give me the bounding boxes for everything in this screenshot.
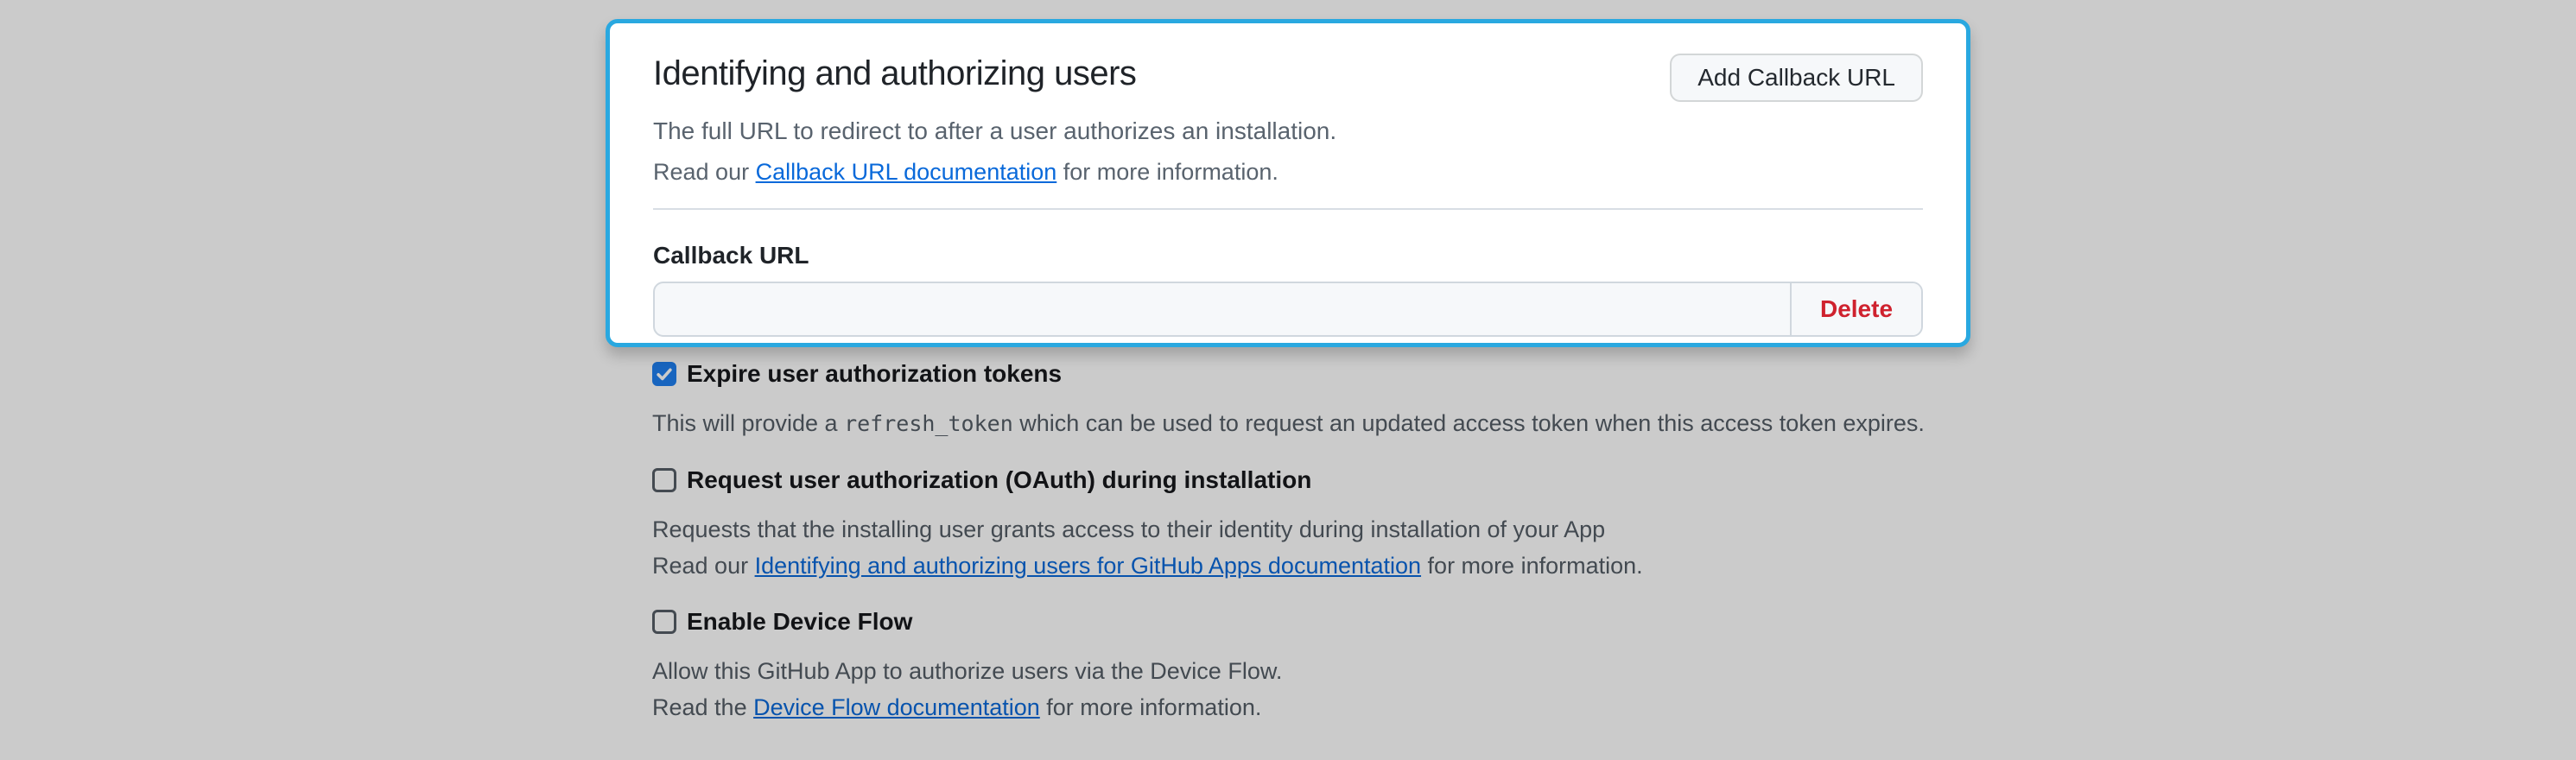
authorization-options: Expire user authorization tokens This wi…	[606, 347, 1970, 725]
option-device-flow-row[interactable]: Enable Device Flow	[652, 607, 1970, 636]
desc-after: which can be used to request an updated …	[1013, 410, 1925, 436]
identifying-authorizing-users-documentation-link[interactable]: Identifying and authorizing users for Gi…	[755, 553, 1421, 579]
callback-url-input[interactable]	[655, 283, 1790, 335]
callback-url-input-group: Delete	[653, 282, 1923, 337]
note-prefix: Read the	[652, 694, 753, 720]
note-prefix: Read our	[653, 159, 756, 185]
option-expire-tokens-row[interactable]: Expire user authorization tokens	[652, 359, 1970, 389]
section-doc-note: Read our Callback URL documentation for …	[653, 156, 1923, 187]
device-flow-checkbox[interactable]	[652, 610, 676, 634]
callback-url-label: Callback URL	[653, 241, 1923, 270]
note-suffix: for more information.	[1056, 159, 1278, 185]
note-suffix: for more information.	[1040, 694, 1262, 720]
divider	[653, 208, 1923, 210]
add-callback-url-button[interactable]: Add Callback URL	[1670, 54, 1923, 102]
callback-url-documentation-link[interactable]: Callback URL documentation	[756, 159, 1057, 185]
option-device-flow: Enable Device Flow Allow this GitHub App…	[652, 607, 1970, 725]
device-flow-label: Enable Device Flow	[687, 607, 912, 636]
device-flow-description: Allow this GitHub App to authorize users…	[652, 654, 1970, 688]
expire-tokens-description: This will provide a refresh_token which …	[652, 406, 1970, 441]
expire-tokens-label: Expire user authorization tokens	[687, 359, 1062, 389]
device-flow-documentation-link[interactable]: Device Flow documentation	[753, 694, 1040, 720]
identifying-authorizing-users-card: Identifying and authorizing users Add Ca…	[606, 19, 1970, 347]
device-flow-doc-note: Read the Device Flow documentation for m…	[652, 690, 1970, 725]
section-title: Identifying and authorizing users	[653, 52, 1136, 95]
note-suffix: for more information.	[1421, 553, 1643, 579]
request-oauth-checkbox[interactable]	[652, 468, 676, 492]
checkmark-icon	[655, 364, 674, 383]
refresh-token-code: refresh_token	[844, 411, 1013, 436]
request-oauth-label: Request user authorization (OAuth) durin…	[687, 466, 1311, 495]
request-oauth-description: Requests that the installing user grants…	[652, 512, 1970, 547]
delete-callback-url-button[interactable]: Delete	[1790, 283, 1921, 335]
desc-before: This will provide a	[652, 410, 844, 436]
section-description: The full URL to redirect to after a user…	[653, 116, 1923, 147]
card-header: Identifying and authorizing users Add Ca…	[653, 52, 1923, 102]
settings-column: Identifying and authorizing users Add Ca…	[606, 0, 1970, 725]
option-request-oauth: Request user authorization (OAuth) durin…	[652, 466, 1970, 583]
option-request-oauth-row[interactable]: Request user authorization (OAuth) durin…	[652, 466, 1970, 495]
request-oauth-doc-note: Read our Identifying and authorizing use…	[652, 548, 1970, 583]
note-prefix: Read our	[652, 553, 755, 579]
expire-tokens-checkbox[interactable]	[652, 362, 676, 386]
option-expire-tokens: Expire user authorization tokens This wi…	[652, 359, 1970, 441]
